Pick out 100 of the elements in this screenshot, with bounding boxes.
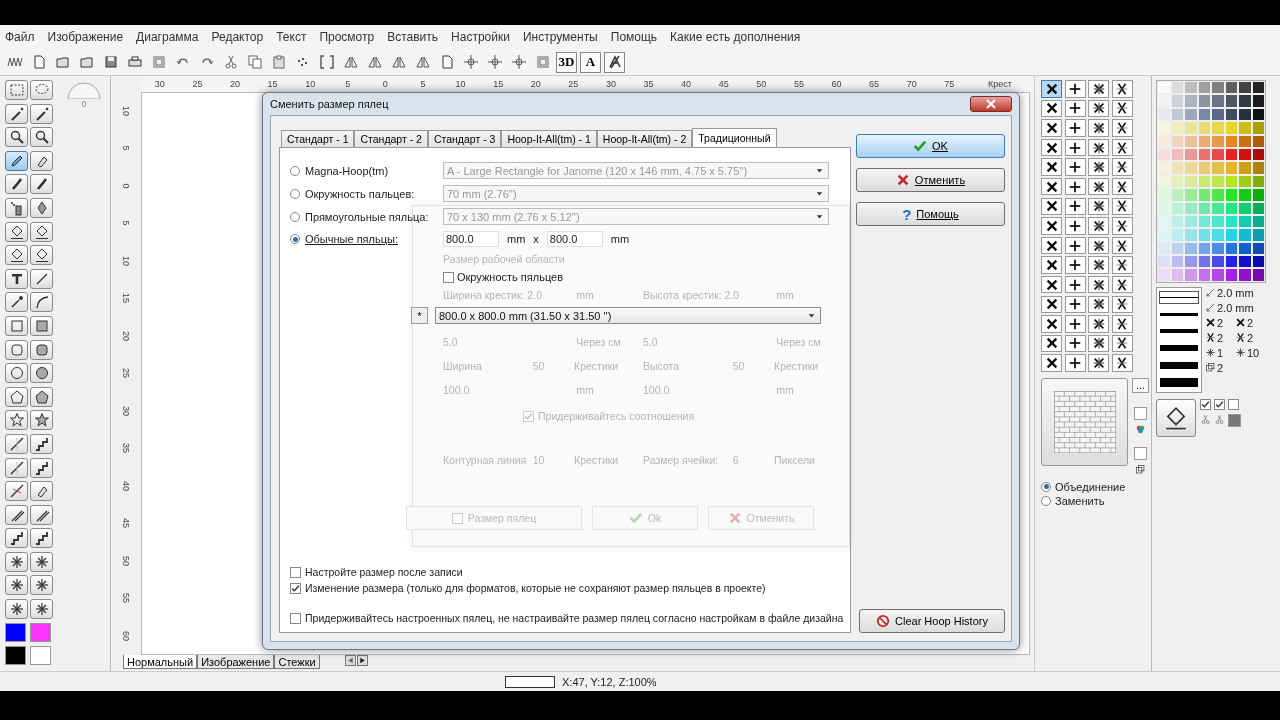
tab[interactable]: Стандарт - 2	[354, 130, 428, 147]
setting-value: 2	[1217, 361, 1224, 374]
ruler-label: 60	[121, 630, 131, 641]
checkbox-label: Окружность пяльцев	[457, 271, 564, 283]
ruler-unit: Крест	[988, 79, 1012, 89]
preview-label: 0	[81, 99, 87, 109]
menu-item[interactable]: Вставить	[387, 30, 439, 44]
ruler-label: 20	[121, 330, 131, 341]
menu-item[interactable]: Просмотр	[319, 30, 375, 44]
clear-history-button[interactable]: Clear Hoop History	[859, 609, 1005, 633]
radio-label: Заменить	[1055, 494, 1105, 507]
view-tab[interactable]: Нормальный	[123, 655, 198, 669]
setting-value: 10	[1247, 346, 1260, 359]
tab[interactable]: Стандарт - 1	[281, 130, 355, 147]
setting-value: 2	[1247, 316, 1254, 329]
menu-item[interactable]: Текст	[276, 30, 307, 44]
ruler-label: 50	[121, 555, 131, 566]
faded-label: 10	[532, 454, 546, 466]
width-field[interactable]: 800.0	[443, 231, 499, 247]
toolbar-button[interactable]: A	[580, 51, 601, 73]
faded-label: 50	[732, 360, 746, 372]
faded-label: Через см	[776, 336, 822, 348]
ruler-label: 65	[868, 79, 881, 89]
view-tab[interactable]: Стежки	[274, 655, 320, 669]
faded-label: Ширина крестик: 2.0	[443, 289, 543, 301]
setting-value: 2	[1247, 331, 1254, 344]
ruler-label: 35	[121, 443, 131, 454]
checkbox-label: Придерживайтесь настроенных пялец, не настраивайте размер пялец согласно настройкам в файле дизайна	[305, 612, 844, 624]
ruler-label: 20	[228, 79, 241, 89]
ruler-label: 60	[830, 79, 843, 89]
faded-label: Высота	[643, 360, 681, 372]
view-tab[interactable]: Изображение	[197, 655, 275, 669]
cancel-button[interactable]: Отменить	[856, 168, 1005, 192]
toolbar-button[interactable]: 3D	[556, 51, 577, 73]
status-text: X:47, Y:12, Z:100%	[562, 675, 657, 688]
menu-item[interactable]: Инструменты	[522, 30, 598, 44]
setting-value: 2.0 mm	[1217, 301, 1254, 314]
ruler-label: 25	[121, 368, 131, 379]
faded-label: mm	[576, 289, 595, 301]
ruler-label: 55	[121, 593, 131, 604]
faded-label: Пиксели	[774, 454, 816, 466]
tab[interactable]: Стандарт - 3	[427, 130, 502, 147]
radio-label: Прямоугольные пяльца:	[305, 210, 429, 223]
ruler-label: 15	[266, 79, 279, 89]
setting-value: 2	[1217, 331, 1224, 344]
ruler-label: 40	[680, 79, 693, 89]
ruler-label: 10	[121, 255, 131, 266]
faded-label: Высота крестик: 2.0	[643, 289, 741, 301]
ruler-label: 25	[191, 79, 204, 89]
setting-value: 1	[1217, 346, 1224, 359]
faded-label: Размер рабочей области	[443, 253, 565, 265]
size-dropdown[interactable]: 800.0 x 800.0 mm (31.50 x 31.50 '')	[435, 307, 821, 324]
faded-label: 100.0	[643, 384, 671, 396]
more-button[interactable]: ...	[1132, 377, 1149, 393]
menu-item[interactable]: Какие есть дополнения	[670, 30, 801, 44]
ruler-label: 30	[604, 79, 617, 89]
faded-label: Контурная линия	[443, 454, 528, 466]
menu-item[interactable]: Изображение	[47, 30, 124, 44]
faded-label: mm	[576, 384, 595, 396]
radio-label: Magna-Hoop(tm)	[305, 164, 389, 177]
radio-label: Объединение	[1055, 480, 1126, 493]
height-field[interactable]: 800.0	[546, 231, 603, 247]
setting-value: 2.0 mm	[1217, 286, 1254, 299]
ruler-label: 5	[419, 79, 427, 89]
unit-label: mm	[507, 233, 526, 245]
ok-button[interactable]: OK	[856, 134, 1005, 158]
ruler-label: 5	[121, 220, 131, 226]
radio-label: Обычные пяльцы:	[305, 233, 398, 245]
menu-item[interactable]: Помощь	[610, 30, 658, 44]
faded-label: 5.0	[443, 336, 459, 348]
faded-label: Придерживайтесь соотношения	[538, 410, 695, 422]
faded-label: Размер ячейки:	[643, 454, 720, 466]
ruler-label: 45	[121, 518, 131, 529]
ruler-label: 15	[492, 79, 505, 89]
ruler-label: 10	[454, 79, 467, 89]
tab[interactable]: Hoop-It-All(tm) - 2	[596, 130, 693, 147]
ruler-label: 10	[121, 105, 131, 116]
tab[interactable]: Традиционный	[692, 128, 777, 147]
checkbox-label: Настройте размер после записи	[305, 566, 463, 578]
faded-label: Крестики	[774, 360, 820, 372]
times-label: x	[533, 233, 539, 245]
menu-item[interactable]: Диаграмма	[136, 30, 199, 44]
menu-item[interactable]: Файл	[5, 30, 35, 44]
star-button[interactable]: *	[411, 307, 428, 324]
checkbox-label: Изменение размера (только для форматов, которые не сохраняют размер пяльцев в проекте)	[305, 582, 766, 594]
help-button[interactable]: ? Помощь	[856, 202, 1005, 226]
tab[interactable]: Hoop-It-All(tm) - 1	[501, 130, 597, 147]
ruler-label: 45	[717, 79, 730, 89]
faded-label: Ширина	[443, 360, 483, 372]
ruler-label: 40	[121, 480, 131, 491]
ruler-label: 0	[381, 79, 389, 89]
question-mark-icon: ?	[902, 205, 912, 223]
faded-label: Крестики	[574, 454, 620, 466]
radio-label: Окружность пальцев:	[305, 187, 415, 200]
ruler-label: 70	[905, 79, 918, 89]
window-title: Сменить размер пялец	[270, 98, 389, 110]
menu-item[interactable]: Настройки	[451, 30, 510, 44]
ruler-label: 20	[529, 79, 542, 89]
setting-value: 2	[1217, 316, 1224, 329]
menu-item[interactable]: Редактор	[211, 30, 264, 44]
